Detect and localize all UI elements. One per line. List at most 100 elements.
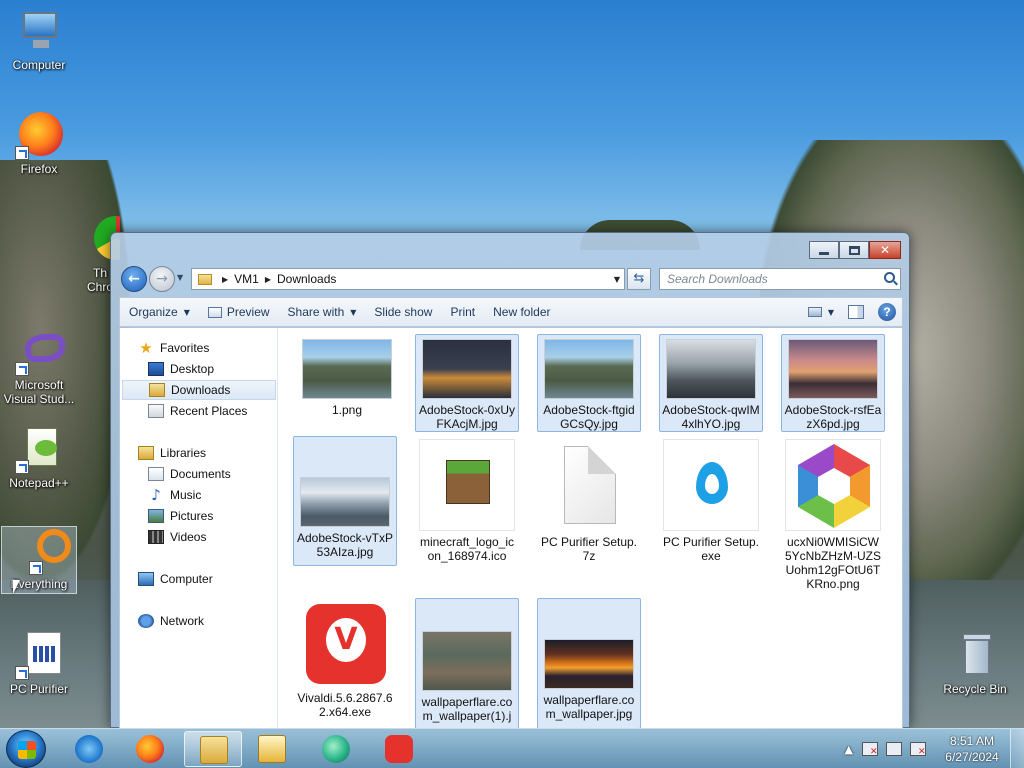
file-item[interactable]: AdobeStock-vTxP53AIza.jpg [293, 436, 397, 566]
nav-label: Libraries [160, 446, 207, 460]
file-item[interactable]: Vivaldi.5.6.2867.62.x64.exe [293, 598, 397, 728]
blank-document-icon [564, 446, 616, 524]
forward-button[interactable]: → [149, 266, 175, 292]
computer-icon [138, 572, 154, 586]
nav-pictures[interactable]: Pictures [122, 506, 276, 526]
file-item[interactable]: AdobeStock-rsfEazX6pd.jpg [781, 334, 885, 432]
start-button[interactable] [6, 730, 46, 768]
nav-downloads[interactable]: Downloads [122, 380, 276, 400]
nav-videos[interactable]: Videos [122, 527, 276, 547]
explorer-window[interactable]: ✕ ← → ▼ ▶ VM1 ▶ Downloads ▼ ⇆ Search Dow… [110, 232, 910, 729]
taskbar-windows-explorer[interactable] [184, 731, 242, 767]
search-input[interactable]: Search Downloads [659, 268, 901, 290]
breadcrumb-vm1[interactable]: VM1 [234, 272, 259, 286]
nav-libraries[interactable]: Libraries [122, 443, 276, 463]
desktop-icon-visual-studio[interactable]: Microsoft Visual Stud... [1, 328, 77, 406]
volume-muted-icon[interactable] [910, 742, 926, 757]
nav-label: Network [160, 614, 205, 628]
desktop-icon-label: Notepad++ [9, 476, 69, 490]
toolbar-right: ▼ ? [800, 303, 902, 321]
explorer-content: ★ Favorites Desktop Downloads Recent Plac… [119, 328, 903, 729]
clock-date: 6/27/2024 [945, 750, 999, 764]
archive-file-icon [541, 439, 637, 531]
network-status-icon[interactable] [886, 742, 902, 756]
clock[interactable]: 8:51 AM 6/27/2024 [940, 733, 1004, 765]
exe-file-icon [663, 439, 759, 531]
network-icon [138, 614, 154, 628]
taskbar-vivaldi[interactable] [370, 731, 428, 767]
address-bar[interactable]: ▶ VM1 ▶ Downloads ▼ [191, 268, 625, 290]
mouse-cursor-icon [13, 580, 20, 594]
recent-pages-dropdown[interactable]: ▼ [177, 273, 187, 283]
desktop-icon-notepadpp[interactable]: Notepad++ [1, 426, 77, 490]
nav-desktop[interactable]: Desktop [122, 359, 276, 379]
close-button[interactable]: ✕ [869, 241, 901, 259]
file-name: AdobeStock-rsfEazX6pd.jpg [784, 403, 882, 431]
nav-music[interactable]: ♪ Music [122, 485, 276, 505]
shortcut-arrow-icon [29, 561, 43, 575]
folder-icon [200, 736, 228, 764]
file-item[interactable]: 1.png [295, 334, 399, 432]
nav-documents[interactable]: Documents [122, 464, 276, 484]
file-item[interactable]: AdobeStock-ftgidGCsQy.jpg [537, 334, 641, 432]
refresh-button[interactable]: ⇆ [627, 268, 651, 290]
videos-icon [148, 530, 164, 544]
help-icon[interactable]: ? [878, 303, 896, 321]
preview-icon [207, 306, 222, 318]
nav-favorites[interactable]: ★ Favorites [122, 338, 276, 358]
file-item[interactable]: PC Purifier Setup.7z [537, 436, 641, 566]
taskbar-firefox[interactable] [121, 731, 179, 767]
desktop-icon-pc-purifier[interactable]: PC Purifier [1, 632, 77, 696]
desktop-icon-recycle-bin[interactable]: Recycle Bin [937, 632, 1013, 696]
file-name: AdobeStock-ftgidGCsQy.jpg [543, 403, 635, 431]
recent-places-icon [148, 404, 164, 418]
minimize-button[interactable] [809, 241, 839, 259]
organize-label: Organize [129, 305, 178, 319]
preview-pane-icon[interactable] [848, 305, 864, 319]
png-file-icon [785, 439, 881, 531]
image-thumbnail [544, 639, 634, 689]
new-folder-button[interactable]: New folder [484, 298, 559, 326]
file-item[interactable]: minecraft_logo_icon_168974.ico [415, 436, 519, 566]
maximize-button[interactable] [839, 241, 869, 259]
file-item[interactable]: ucxNi0WMISiCW5YcNbZHzM-UZSUohm12gFOtU6TK… [781, 436, 885, 596]
taskbar-pc-purifier[interactable] [307, 731, 365, 767]
desktop-icon-computer[interactable]: Computer [1, 8, 77, 72]
file-item[interactable]: AdobeStock-0xUyFKAcjM.jpg [415, 334, 519, 432]
desktop-icon-label: Computer [12, 58, 66, 72]
downloads-folder-icon [149, 383, 165, 397]
show-desktop-button[interactable] [1010, 729, 1024, 768]
nav-recent-places[interactable]: Recent Places [122, 401, 276, 421]
file-item[interactable]: AdobeStock-qwIM4xlhYO.jpg [659, 334, 763, 432]
documents-icon [148, 467, 164, 481]
command-bar: Organize ▼ Preview Share with ▼ Slide show… [119, 297, 903, 327]
desktop-icon-firefox[interactable]: Firefox [1, 112, 77, 176]
file-item[interactable]: wallpaperflare.com_wallpaper.jpg [537, 598, 641, 729]
view-options-dropdown-icon[interactable]: ▼ [828, 308, 834, 317]
preview-label: Preview [226, 305, 270, 319]
share-with-button[interactable]: Share with ▼ [279, 298, 366, 326]
taskbar-media-player[interactable] [243, 731, 301, 767]
address-dropdown-icon[interactable]: ▼ [614, 275, 620, 284]
file-item[interactable]: PC Purifier Setup.exe [659, 436, 763, 566]
print-button[interactable]: Print [441, 298, 484, 326]
breadcrumb-downloads[interactable]: Downloads [277, 272, 336, 286]
organize-button[interactable]: Organize ▼ [120, 298, 199, 326]
nav-computer[interactable]: Computer [122, 569, 276, 589]
firefox-icon [15, 112, 63, 160]
nav-label: Downloads [171, 383, 231, 397]
nav-network[interactable]: Network [122, 611, 276, 631]
desktop-icon-label: Recycle Bin [943, 682, 1007, 696]
file-item[interactable]: wallpaperflare.com_wallpaper(1).j [415, 598, 519, 729]
file-name: AdobeStock-vTxP53AIza.jpg [296, 531, 394, 559]
back-button[interactable]: ← [121, 266, 147, 292]
desktop-folder-icon [148, 362, 164, 376]
action-center-icon[interactable] [862, 742, 878, 757]
preview-button[interactable]: Preview [199, 298, 279, 326]
slide-show-button[interactable]: Slide show [365, 298, 441, 326]
taskbar: ▲ 8:51 AM 6/27/2024 [0, 728, 1024, 768]
nav-label: Favorites [160, 341, 210, 355]
taskbar-internet-explorer[interactable] [60, 731, 118, 767]
change-view-icon[interactable] [807, 307, 822, 317]
show-hidden-icons-icon[interactable]: ▲ [845, 743, 853, 756]
